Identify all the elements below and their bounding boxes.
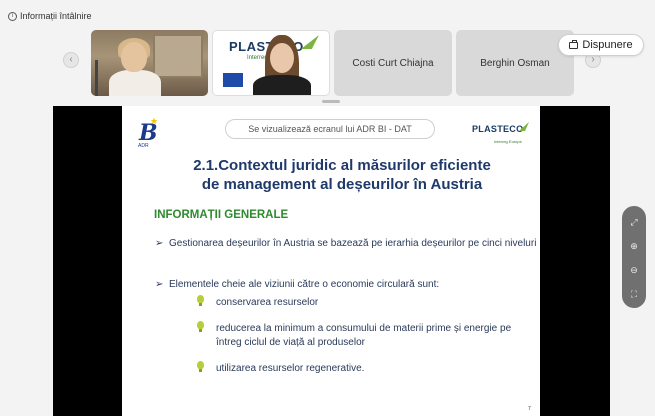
plasteco-logo-word: PLASTECO bbox=[472, 124, 524, 134]
slide-title-line1: 2.1.Contextul juridic al măsurilor efici… bbox=[193, 157, 491, 174]
bullet-text: Elementele cheie ale viziunii către o ec… bbox=[169, 279, 440, 290]
layout-icon bbox=[569, 39, 579, 49]
strip-drag-handle[interactable] bbox=[322, 100, 340, 103]
layout-button-label: Dispunere bbox=[582, 39, 633, 51]
plasteco-logo-sub: Interreg Europe bbox=[494, 139, 522, 144]
fullscreen-icon[interactable]: ⤢ bbox=[622, 212, 646, 232]
lightbulb-icon bbox=[194, 295, 206, 309]
lightbulb-icon bbox=[194, 361, 206, 375]
sub-bullet-text: utilizarea resurselor regenerative. bbox=[216, 363, 365, 374]
participant-strip: ‹ PLASTECO Interreg Europe Costi Curt Ch… bbox=[0, 28, 655, 100]
view-tools-panel: ⤢ ⊕ ⊖ ⛶ bbox=[622, 206, 646, 308]
presentation-slide: ★ B ADR Se vizualizează ecranul lui ADR … bbox=[122, 106, 540, 416]
participant-name-tile[interactable]: Berghin Osman bbox=[456, 30, 574, 96]
arrow-bullet-icon: ➢ bbox=[155, 238, 164, 249]
person-body bbox=[253, 75, 311, 95]
lightbulb-icon bbox=[194, 321, 206, 335]
slide-title-line2: de management al deșeurilor în Austria bbox=[201, 176, 483, 193]
meeting-info-button[interactable]: i Informații întâlnire bbox=[8, 11, 92, 21]
chevron-left-icon[interactable]: ‹ bbox=[63, 52, 79, 68]
zoom-out-icon[interactable]: ⊖ bbox=[622, 260, 646, 280]
adr-logo-tag: ADR bbox=[138, 143, 149, 149]
window-background bbox=[153, 34, 203, 78]
slide-title: 2.1.Contextul juridic al măsurilor efici… bbox=[172, 156, 512, 194]
sub-bullet-text: conservarea resurselor bbox=[216, 297, 319, 308]
participant-video-tile[interactable]: PLASTECO Interreg Europe bbox=[212, 30, 330, 96]
sub-bullet-text: reducerea la minimum a consumului de mat… bbox=[216, 323, 512, 348]
meeting-info-label: Informații întâlnire bbox=[20, 11, 92, 21]
layout-button[interactable]: Dispunere bbox=[558, 34, 644, 56]
bullet-text: Gestionarea deșeurilor în Austria se baz… bbox=[169, 238, 537, 249]
person-body bbox=[109, 70, 161, 96]
person-face bbox=[121, 42, 147, 72]
arrow-bullet-icon: ➢ bbox=[155, 279, 164, 290]
lamp bbox=[95, 60, 98, 96]
adr-logo: ★ B ADR bbox=[136, 116, 160, 150]
plasteco-logo: PLASTECO Interreg Europe bbox=[472, 122, 532, 144]
top-bar: i Informații întâlnire bbox=[0, 0, 655, 26]
participant-video-tile[interactable] bbox=[91, 30, 208, 96]
participant-name-tile[interactable]: Costi Curt Chiajna bbox=[334, 30, 452, 96]
slide-page-number: 7 bbox=[528, 406, 531, 412]
participant-name: Costi Curt Chiajna bbox=[352, 57, 434, 69]
section-heading: INFORMAȚII GENERALE bbox=[154, 209, 289, 221]
zoom-in-icon[interactable]: ⊕ bbox=[622, 236, 646, 256]
fit-icon[interactable]: ⛶ bbox=[622, 284, 646, 304]
info-icon: i bbox=[8, 11, 17, 21]
screen-share-banner: Se vizualizează ecranul lui ADR BI - DAT bbox=[225, 119, 435, 139]
eu-flag-icon bbox=[223, 73, 243, 87]
participant-name: Berghin Osman bbox=[480, 57, 550, 69]
person-face bbox=[270, 43, 294, 73]
